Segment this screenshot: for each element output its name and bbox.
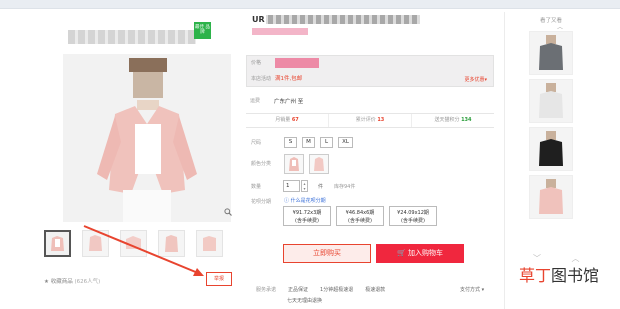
stat-monthly-sales: 月销量 67 — [246, 114, 329, 127]
recommended-item[interactable] — [529, 127, 573, 171]
report-link[interactable]: 举报 — [206, 272, 232, 286]
stat-reviews[interactable]: 累计评价 13 — [329, 114, 412, 127]
installment-option[interactable]: ¥91.72x3期 (含手续费) — [283, 206, 331, 226]
favorite-count: (626人气) — [74, 279, 101, 285]
product-title-prefix: UR — [252, 15, 266, 24]
price-value-blurred — [275, 58, 319, 68]
color-options — [284, 154, 329, 174]
promise-item[interactable]: 极速退款 — [365, 286, 385, 293]
quantity-input[interactable]: 1 — [283, 180, 300, 192]
product-title-blurred — [252, 15, 420, 24]
product-subtitle-blurred — [252, 28, 308, 35]
price-label: 价格 — [251, 60, 262, 66]
size-options: S M L XL — [284, 137, 353, 148]
stat-points: 送天猫积分 134 — [434, 117, 472, 123]
buy-now-button[interactable]: 立即购买 — [283, 244, 371, 263]
thumbnail-2[interactable] — [82, 230, 109, 257]
watermark-logo: 草丁图书馆 — [519, 266, 600, 285]
browser-top-bar — [0, 0, 620, 8]
favorite-product[interactable]: ★ 收藏商品 (626人气) — [44, 277, 100, 285]
shipping-destination[interactable]: 广东广州 至 — [274, 97, 303, 105]
quantity-label: 数量 — [251, 184, 262, 190]
recommended-list — [529, 31, 573, 219]
thumbnail-1[interactable] — [44, 230, 71, 257]
add-to-cart-button[interactable]: 🛒 加入购物车 — [376, 244, 464, 263]
thumbnail-4[interactable] — [158, 230, 185, 257]
size-option[interactable]: XL — [338, 137, 353, 148]
size-option[interactable]: S — [284, 137, 297, 148]
service-label: 服务承诺 — [256, 287, 277, 293]
star-icon: ★ — [44, 279, 49, 285]
shop-logo-blurred[interactable] — [68, 30, 196, 44]
recommended-item[interactable] — [529, 79, 573, 123]
top-divider — [0, 8, 620, 9]
quantity-stepper[interactable]: ▴ ▾ — [301, 180, 308, 192]
brand-badge: 最佳 品牌 — [194, 22, 211, 39]
promise-item[interactable]: 七天无理由退换 — [287, 297, 322, 304]
shipping-row: 运费 广东广州 至 — [246, 94, 494, 108]
installment-options: ¥91.72x3期 (含手续费) ¥46.84x6期 (含手续费) ¥24.09x1… — [283, 206, 437, 226]
color-option-pink-2[interactable] — [309, 154, 329, 174]
quantity-unit: 件 — [318, 184, 324, 190]
price-panel: 价格 本店活动 满1件,包邮 更多优惠▾ — [246, 55, 494, 87]
favorite-label: 收藏商品 — [50, 279, 73, 285]
info-icon: ⓘ — [284, 198, 290, 204]
size-option[interactable]: L — [320, 137, 333, 148]
size-option[interactable]: M — [302, 137, 315, 148]
product-main-image[interactable] — [63, 54, 231, 222]
payment-method-dropdown[interactable]: 支付方式 ▾ — [460, 286, 484, 293]
promo-text: 满1件,包邮 — [275, 76, 303, 82]
installment-label: 花呗分期 — [251, 199, 272, 205]
zoom-icon[interactable] — [224, 208, 232, 216]
stock-count: 库存94件 — [334, 184, 356, 190]
sales-stats: 月销量 67 累计评价 13 送天猫积分 134 — [246, 113, 494, 128]
promise-item[interactable]: 1分钟超极速退 — [320, 286, 353, 293]
thumbnail-strip — [44, 230, 223, 257]
installment-help-link[interactable]: ⓘ 什么是花呗分期 — [284, 197, 326, 204]
cart-icon: 🛒 — [397, 249, 406, 257]
color-label: 颜色分类 — [251, 161, 272, 167]
installment-option[interactable]: ¥24.09x12期 (含手续费) — [389, 206, 437, 226]
promise-item[interactable]: 正品保证 — [288, 286, 308, 293]
size-label: 尺码 — [251, 140, 262, 146]
sidebar-up-icon[interactable]: ︿ — [557, 22, 563, 31]
more-promo-link[interactable]: 更多优惠▾ — [464, 76, 487, 83]
installment-option[interactable]: ¥46.84x6期 (含手续费) — [336, 206, 384, 226]
color-option-pink[interactable] — [284, 154, 304, 174]
promo-label: 本店活动 — [251, 76, 272, 82]
thumbnail-3[interactable] — [120, 230, 147, 257]
recommended-item[interactable] — [529, 31, 573, 75]
shipping-label: 运费 — [250, 98, 261, 104]
recommended-item[interactable] — [529, 175, 573, 219]
service-promises: 服务承诺 正品保证 1分钟超极速退 极速退款 — [256, 286, 385, 293]
sidebar-divider — [504, 12, 505, 309]
thumbnail-5[interactable] — [196, 230, 223, 257]
